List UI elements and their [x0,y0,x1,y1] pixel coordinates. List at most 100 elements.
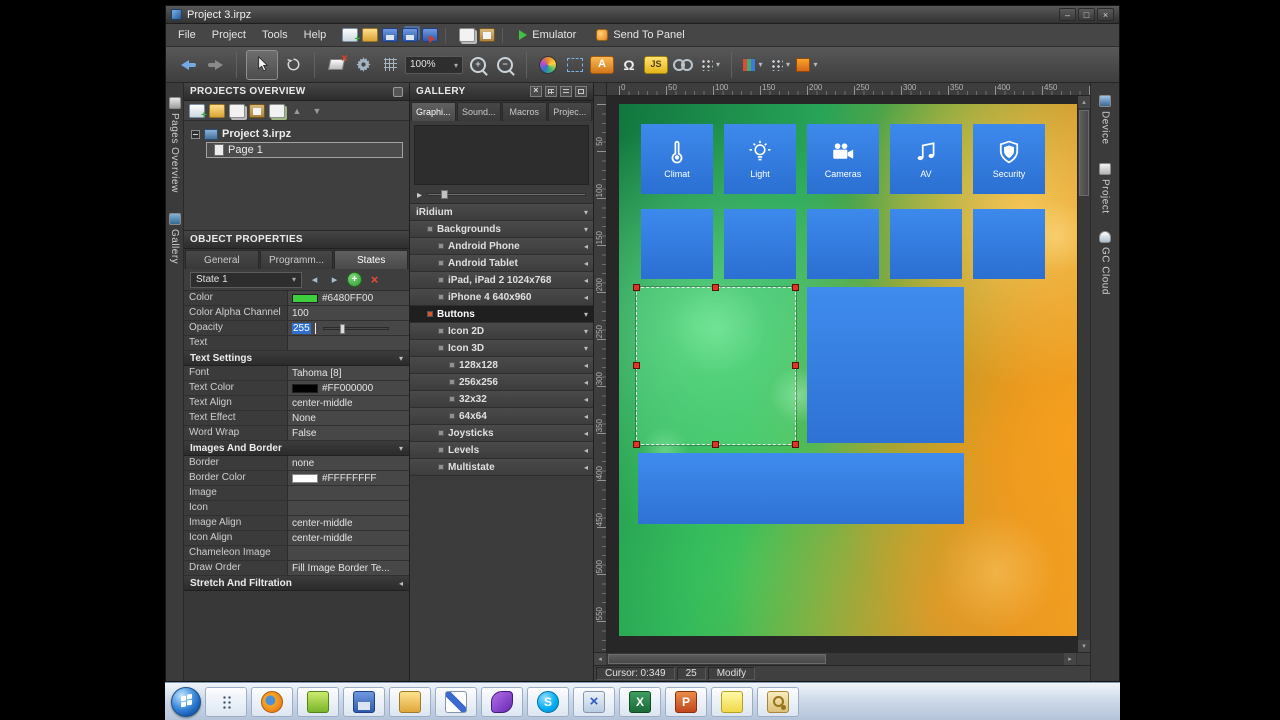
property-section-text-settings[interactable]: Text Settings [184,351,409,366]
scroll-up-icon[interactable] [1078,96,1090,108]
zoom-level-select[interactable]: 100% [405,56,463,74]
dock-tab-gc-cloud[interactable]: GC Cloud [1099,231,1111,295]
property-value[interactable]: Fill Image Border Te... [288,561,409,575]
page-canvas[interactable]: ClimatLightCamerasAVSecurity [619,104,1081,636]
taskbar-item-folder[interactable] [389,687,431,717]
property-value[interactable]: center-middle [288,396,409,410]
property-value[interactable]: center-middle [288,516,409,530]
gallery-tab-graphi[interactable]: Graphi... [411,102,456,121]
opacity-slider[interactable] [323,327,389,330]
zoom-in-icon[interactable] [466,53,490,77]
property-value[interactable] [288,501,409,515]
blank-tile[interactable] [890,209,962,279]
send-to-panel-button[interactable]: Send To Panel [587,29,693,41]
gallery-item-iridium[interactable]: iRidium [410,204,593,221]
save-icon[interactable] [382,28,398,42]
property-value[interactable]: 255 [288,321,409,335]
javascript-icon[interactable]: JS [644,56,668,74]
link-icon[interactable] [671,53,695,77]
menu-tools[interactable]: Tools [254,26,296,44]
blank-tile[interactable] [807,209,879,279]
tab-programm[interactable]: Programm... [260,250,334,269]
taskbar-item-notes[interactable] [711,687,753,717]
taskbar-item-media-purple[interactable] [481,687,523,717]
property-value[interactable]: 100 [288,306,409,320]
gallery-item-ipad-ipad-2-1024x768[interactable]: iPad, iPad 2 1024x768 [410,272,593,289]
taskbar-item-firefox[interactable] [251,687,293,717]
taskbar-item-excel[interactable]: X [619,687,661,717]
property-value[interactable] [288,486,409,500]
add-page-icon[interactable] [189,104,205,118]
close-button[interactable]: × [1097,8,1114,21]
settings-gear-icon[interactable] [351,53,375,77]
preview-size-slider[interactable] [427,193,586,196]
selection-handle[interactable] [712,284,719,291]
open-project-icon[interactable] [362,28,378,42]
blank-tile[interactable] [641,209,713,279]
add-state-icon[interactable] [347,272,362,287]
horizontal-scrollbar[interactable] [594,652,1090,665]
menu-help[interactable]: Help [296,26,335,44]
gallery-tab-projec[interactable]: Projec... [548,102,593,121]
distribute-menu-icon[interactable] [768,53,792,77]
gallery-item-joysticks[interactable]: Joysticks [410,425,593,442]
gallery-item-32x32[interactable]: 32x32 [410,391,593,408]
property-value[interactable] [288,546,409,560]
taskbar-item-keys[interactable] [757,687,799,717]
taskbar-item-app-green[interactable] [297,687,339,717]
panel-orange-menu-icon[interactable] [795,53,819,77]
selection-handle[interactable] [712,441,719,448]
selection-handle[interactable] [792,362,799,369]
clear-tool-icon[interactable] [324,53,348,77]
selection-handle[interactable] [633,284,640,291]
page-tree-item[interactable]: Page 1 [206,142,403,158]
scroll-right-icon[interactable] [1064,653,1076,665]
clone-page-icon[interactable] [269,104,285,118]
property-section-images-and-border[interactable]: Images And Border [184,441,409,456]
import-page-icon[interactable] [209,104,225,118]
color-swatch[interactable] [292,474,318,483]
zoom-out-icon[interactable] [493,53,517,77]
menu-project[interactable]: Project [204,26,254,44]
taskbar-item-powerpoint[interactable]: P [665,687,707,717]
order-bars-menu-icon[interactable] [741,53,765,77]
blank-tile[interactable] [973,209,1045,279]
gallery-item-backgrounds[interactable]: Backgrounds [410,221,593,238]
property-value[interactable]: center-middle [288,531,409,545]
copy-icon[interactable] [459,28,475,42]
back-icon[interactable] [176,53,200,77]
canvas-viewport[interactable]: ClimatLightCamerasAVSecurity [607,96,1090,652]
slider-handle[interactable] [441,190,448,199]
property-value[interactable] [288,336,409,350]
tile-light[interactable]: Light [724,124,796,194]
large-blank-tile[interactable] [807,287,964,443]
scroll-left-icon[interactable] [594,653,606,665]
effect-a-icon[interactable]: A [590,56,614,74]
maximize-button[interactable]: □ [1078,8,1095,21]
close-gallery-icon[interactable] [530,86,542,97]
view-list-icon[interactable] [560,86,572,97]
property-value[interactable]: Tahoma [8] [288,366,409,380]
tab-general[interactable]: General [185,250,259,269]
taskbar-item-quick-launch[interactable] [205,687,247,717]
color-wheel-icon[interactable] [536,53,560,77]
next-state-icon[interactable] [327,272,342,287]
color-swatch[interactable] [292,294,318,303]
save-all-icon[interactable] [402,28,418,42]
slider-handle[interactable] [340,324,345,334]
emulator-button[interactable]: Emulator [510,29,585,41]
snap-grid-icon[interactable] [378,53,402,77]
gallery-item-buttons[interactable]: Buttons [410,306,593,323]
marquee-select-icon[interactable] [563,53,587,77]
minimize-button[interactable]: – [1059,8,1076,21]
pin-icon[interactable] [393,87,403,97]
tab-states[interactable]: States [334,250,408,269]
selection-handle[interactable] [792,441,799,448]
dock-tab-gallery[interactable]: Gallery [169,213,181,264]
view-grid-icon[interactable] [545,86,557,97]
start-button[interactable] [171,687,201,717]
delete-state-icon[interactable] [367,272,382,287]
dock-tab-project[interactable]: Project [1099,163,1111,214]
dock-tab-pages-overview[interactable]: Pages Overview [169,97,181,193]
omega-symbol-icon[interactable]: Ω [617,53,641,77]
